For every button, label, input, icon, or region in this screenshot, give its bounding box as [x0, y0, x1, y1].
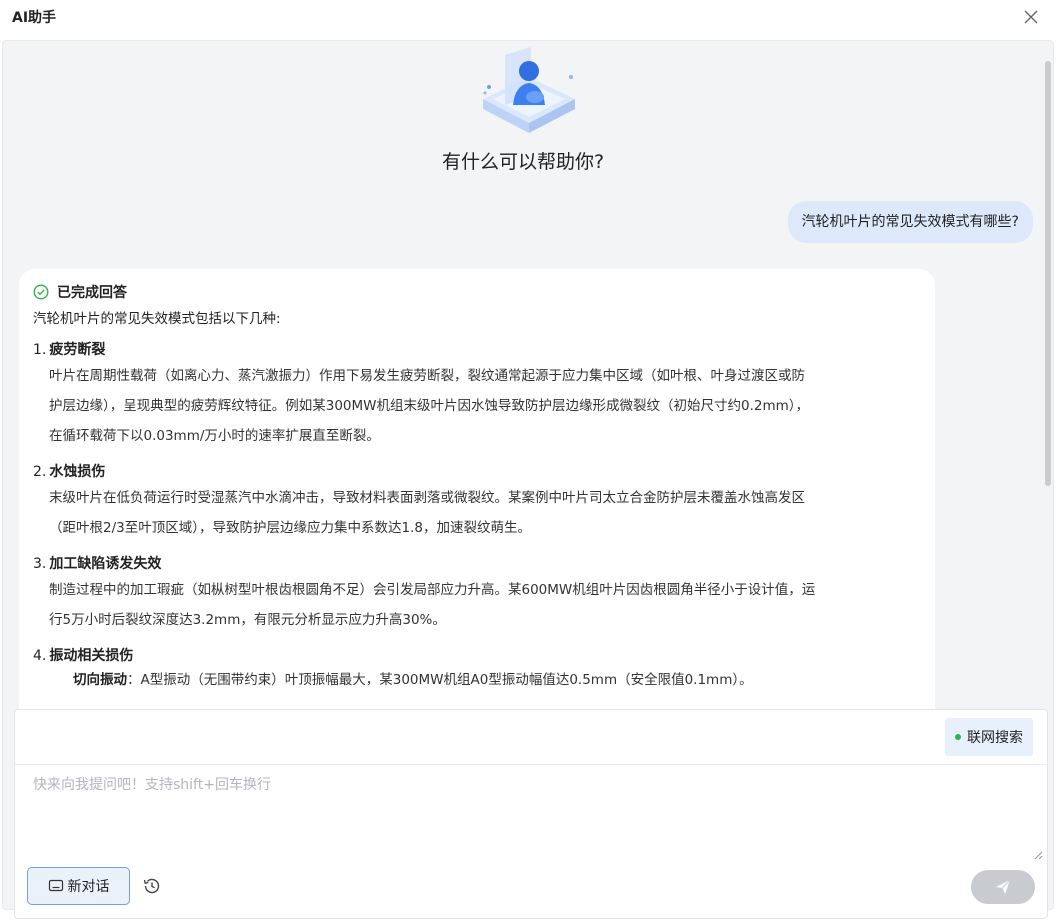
- question-input[interactable]: [33, 770, 1023, 860]
- scrollbar-thumb[interactable]: [1045, 61, 1051, 486]
- divider: [15, 764, 1047, 765]
- greeting-text: 有什么可以帮助你?: [441, 151, 605, 173]
- section-line: （距叶根2/3至叶顶区域），导致防护层边缘应力集中系数达1.8，加速裂纹萌生。: [49, 520, 531, 536]
- window-title: AI助手: [12, 10, 57, 26]
- title-bar: AI助手: [0, 0, 1056, 36]
- answer-status: 已完成回答: [33, 281, 921, 303]
- section-title: 4. 振动相关损伤: [33, 648, 134, 664]
- section-title: 1. 疲劳断裂: [33, 342, 106, 358]
- check-circle-icon: [33, 284, 49, 300]
- new-chat-label: 新对话: [67, 879, 110, 895]
- section-sub-line: 切向振动：A型振动（无围带约束）叶顶振幅最大，某300MW机组A0型振动幅值达0…: [73, 672, 753, 688]
- answer-status-label: 已完成回答: [57, 285, 127, 301]
- section-line: 护层边缘），呈现典型的疲劳辉纹特征。例如某300MW机组末级叶片因水蚀导致防护层…: [49, 398, 810, 414]
- section-line: 制造过程中的加工瑕疵（如枞树型叶根齿根圆角不足）会引发局部应力升高。某600MW…: [49, 582, 816, 598]
- web-search-toggle[interactable]: 联网搜索: [945, 718, 1033, 756]
- section-title: 3. 加工缺陷诱发失效: [33, 556, 162, 572]
- section-line: 在循环载荷下以0.03mm/万小时的速率扩展直至断裂。: [49, 428, 380, 444]
- answer-card: 已完成回答 汽轮机叶片的常见失效模式包括以下几种: 1. 疲劳断裂 叶片在周期性载…: [19, 269, 935, 739]
- send-icon: [996, 879, 1011, 894]
- section-title: 2. 水蚀损伤: [33, 464, 106, 480]
- history-icon[interactable]: [141, 875, 163, 897]
- section-line: 叶片在周期性载荷（如离心力、蒸汽激振力）作用下易发生疲劳断裂，裂纹通常起源于应力…: [49, 368, 805, 384]
- new-chat-icon: [48, 879, 63, 892]
- send-button[interactable]: [971, 870, 1035, 904]
- input-panel: 联网搜索 新对话: [14, 709, 1048, 919]
- web-search-label: 联网搜索: [967, 730, 1023, 746]
- status-dot: [955, 734, 961, 740]
- close-icon[interactable]: [1020, 6, 1042, 28]
- scrollbar[interactable]: [1045, 61, 1051, 701]
- section-line: 末级叶片在低负荷运行时受湿蒸汽中水滴冲击，导致材料表面剥落或微裂纹。某案例中叶片…: [49, 490, 805, 506]
- user-message-bubble: 汽轮机叶片的常见失效模式有哪些?: [787, 201, 1033, 243]
- new-chat-button[interactable]: 新对话: [27, 867, 130, 905]
- section-line: 行5万小时后裂纹深度达3.2mm，有限元分析显示应力升高30%。: [49, 612, 446, 628]
- welcome-hero: 有什么可以帮助你?: [3, 41, 1043, 181]
- answer-intro: 汽轮机叶片的常见失效模式包括以下几种:: [33, 311, 281, 327]
- resize-handle-icon[interactable]: [1033, 850, 1043, 860]
- ai-assistant-avatar-icon: [483, 47, 575, 133]
